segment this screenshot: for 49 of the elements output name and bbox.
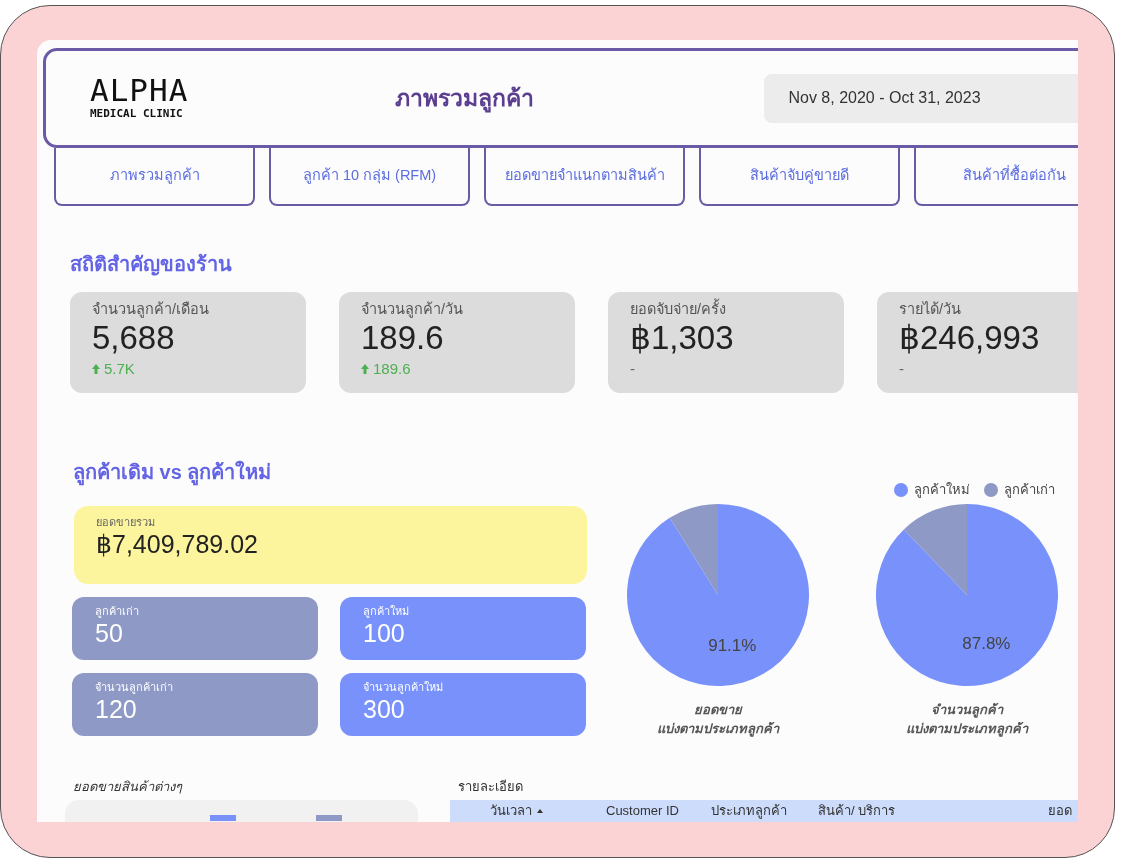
stat-value: 5,688 <box>92 319 175 357</box>
arrow-up-icon <box>361 364 369 374</box>
section-subtitle: รายละเอียด <box>458 778 523 796</box>
count-value: 120 <box>95 694 137 724</box>
logo-name: ALPHA <box>90 75 189 105</box>
stat-label: ยอดจับจ่าย/ครั้ง <box>630 299 727 319</box>
count-value: 300 <box>363 694 405 724</box>
stat-value: 189.6 <box>361 319 444 357</box>
slice-label: 87.8% <box>962 634 1011 654</box>
change-value: - <box>630 360 635 378</box>
change-value: 5.7K <box>104 360 135 378</box>
count-value: 50 <box>95 618 123 648</box>
slice-label: 91.1% <box>708 635 757 655</box>
page-title: ภาพรวมลูกค้า <box>395 83 535 115</box>
legend-label: ลูกค้าเก่า <box>1004 482 1055 498</box>
stat-label: จำนวนลูกค้า/เดือน <box>92 300 210 319</box>
count-label: ลูกค้าใหม่ <box>363 604 409 618</box>
legend-label: ลูกค้าใหม่ <box>914 482 970 498</box>
nav-tab[interactable]: สินค้าจับคู่ขายดี <box>699 148 900 206</box>
logo-tagline: MEDICAL CLINIC <box>90 107 183 121</box>
column-header[interactable]: ประเภทลูกค้า <box>711 802 787 819</box>
sort-ascending-icon[interactable] <box>537 808 543 813</box>
stat-value: ฿1,303 <box>630 319 734 357</box>
nav-tab[interactable]: ลูกค้า 10 กลุ่ม (RFM) <box>269 148 470 206</box>
change-value: - <box>899 360 904 378</box>
chart-caption: จำนวนลูกค้า แบ่งตามประเภทลูกค้า <box>906 701 1028 738</box>
nav-tab[interactable]: ยอดขายจำแนกตามสินค้า <box>484 148 685 206</box>
column-header[interactable]: ยอด <box>1048 802 1072 819</box>
section-title: ลูกค้าเดิม vs ลูกค้าใหม่ <box>73 458 272 486</box>
stat-label: รายได้/วัน <box>899 300 962 319</box>
column-header[interactable]: สินค้า/ บริการ <box>818 802 896 819</box>
stat-value: ฿246,993 <box>899 319 1040 357</box>
date-range-picker[interactable]: Nov 8, 2020 - Oct 31, 2023 <box>764 73 1078 123</box>
nav-tab[interactable]: สินค้าที่ซื้อต่อกัน <box>914 148 1078 206</box>
stat-label: จำนวนลูกค้า/วัน <box>361 300 464 319</box>
total-sales-value: ฿7,409,789.02 <box>96 529 258 559</box>
count-label: จำนวนลูกค้าเก่า <box>95 680 173 694</box>
change-value: 189.6 <box>373 360 411 378</box>
count-label: ลูกค้าเก่า <box>95 604 139 618</box>
arrow-up-icon <box>92 364 100 374</box>
total-sales-label: ยอดขายรวม <box>96 515 155 529</box>
count-label: จำนวนลูกค้าใหม่ <box>363 680 443 694</box>
column-header[interactable]: Customer ID <box>606 802 679 819</box>
count-value: 100 <box>363 618 405 648</box>
section-subtitle: ยอดขายสินค้าต่างๆ <box>73 778 182 796</box>
column-header[interactable]: วันเวลา <box>490 802 532 819</box>
section-title: สถิติสำคัญของร้าน <box>70 252 232 278</box>
chart-caption: ยอดขาย แบ่งตามประเภทลูกค้า <box>657 701 779 738</box>
nav-tab[interactable]: ภาพรวมลูกค้า <box>54 148 255 206</box>
